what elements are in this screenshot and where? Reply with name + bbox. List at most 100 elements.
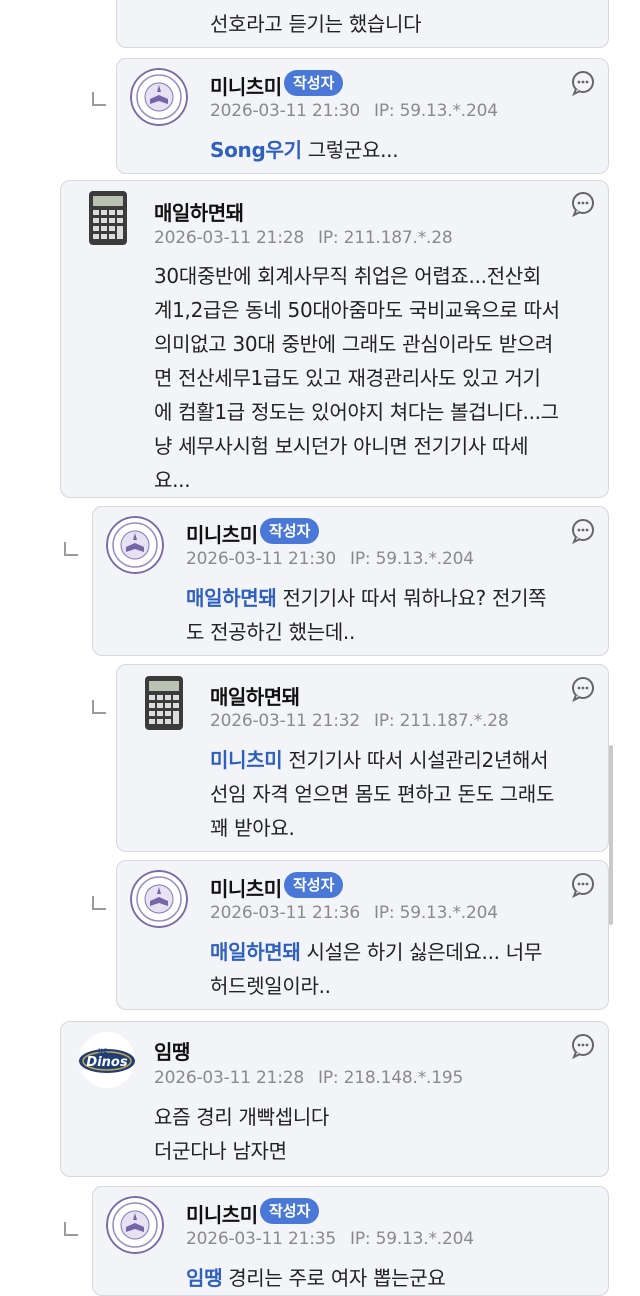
comment-card: 미니츠미 작성자 2026-03-11 21:36 IP: 59.13.*.204… bbox=[116, 860, 609, 1010]
author-nickname[interactable]: 미니츠미 bbox=[210, 873, 282, 902]
university-seal-icon bbox=[106, 516, 164, 574]
comment-line: 더군다나 남자면 bbox=[154, 1139, 287, 1163]
mention-link[interactable]: 매일하면돼 bbox=[186, 586, 277, 610]
scrollbar[interactable] bbox=[609, 745, 613, 925]
comment-text: Song우기 그렇군요... bbox=[210, 133, 399, 167]
mention-link[interactable]: Song우기 bbox=[210, 138, 302, 162]
comment-meta: 2026-03-11 21:36 IP: 59.13.*.204 bbox=[210, 903, 498, 923]
author-badge: 작성자 bbox=[284, 70, 344, 96]
comment-text: 매일하면돼 전기기사 따서 뭐하나요? 전기쪽 도 전공하긴 했는데.. bbox=[186, 581, 596, 649]
comment-date: 2026-03-11 21:30 bbox=[210, 101, 360, 121]
author-nickname[interactable]: 미니츠미 bbox=[186, 519, 258, 548]
comment-date: 2026-03-11 21:28 bbox=[154, 228, 304, 248]
avatar[interactable] bbox=[106, 516, 164, 574]
author-badge: 작성자 bbox=[284, 872, 344, 898]
reply-thread-icon bbox=[92, 896, 106, 910]
author-nickname[interactable]: 미니츠미 bbox=[210, 71, 282, 100]
author-badge: 작성자 bbox=[260, 518, 320, 544]
comment-meta: 2026-03-11 21:30 IP: 59.13.*.204 bbox=[186, 549, 474, 569]
comment-meta: 2026-03-11 21:32 IP: 211.187.*.28 bbox=[210, 711, 509, 731]
comment-text: 임땡 경리는 주로 여자 뽑는군요 bbox=[186, 1261, 446, 1295]
mention-link[interactable]: 임땡 bbox=[186, 1266, 223, 1290]
comment-line: 계1,2급은 동네 50대아줌마도 국비교육으로 따서 bbox=[154, 298, 560, 322]
avatar[interactable] bbox=[106, 1196, 164, 1254]
avatar[interactable]: Dinos NC bbox=[78, 1031, 136, 1089]
comment-line: 전기기사 따서 뭐하나요? 전기쪽 bbox=[282, 586, 547, 610]
avatar[interactable] bbox=[130, 870, 188, 928]
reply-bubble-icon[interactable] bbox=[570, 1033, 596, 1059]
comment-card: Dinos NC 임땡 2026-03-11 21:28 IP: 218.148.… bbox=[60, 1021, 609, 1177]
calculator-icon bbox=[145, 676, 183, 730]
calculator-icon bbox=[89, 191, 127, 245]
author-nickname[interactable]: 매일하면돼 bbox=[210, 681, 300, 710]
reply-bubble-icon[interactable] bbox=[570, 70, 596, 96]
ip-label: IP: bbox=[350, 1229, 371, 1249]
ip-label: IP: bbox=[374, 903, 395, 923]
avatar[interactable] bbox=[78, 189, 136, 247]
university-seal-icon bbox=[130, 68, 188, 126]
comment-line: 선임 자격 얻으면 몸도 편하고 돈도 그래도 bbox=[210, 782, 555, 806]
comment-line: 30대중반에 회계사무직 취업은 어렵죠...전산회 bbox=[154, 264, 541, 288]
comment-date: 2026-03-11 21:28 bbox=[154, 1068, 304, 1088]
reply-thread-icon bbox=[64, 1222, 78, 1236]
comment-line: 도 전공하긴 했는데.. bbox=[186, 620, 356, 644]
comment-card: 선호라고 듣기는 했습니다 bbox=[116, 0, 609, 48]
comment-line: 전기기사 따서 시설관리2년해서 bbox=[288, 748, 549, 772]
comment-text: 선호라고 듣기는 했습니다 bbox=[210, 7, 422, 41]
author-nickname[interactable]: 미니츠미 bbox=[186, 1199, 258, 1228]
reply-thread-icon bbox=[92, 700, 106, 714]
ip-address: 59.13.*.204 bbox=[375, 549, 474, 569]
comment-line: 그렇군요... bbox=[307, 138, 399, 162]
comment-card: 매일하면돼 2026-03-11 21:28 IP: 211.187.*.28 3… bbox=[60, 180, 609, 498]
author-nickname[interactable]: 임땡 bbox=[154, 1036, 190, 1065]
comment-line: 허드렛일이라.. bbox=[210, 974, 331, 998]
ip-label: IP: bbox=[318, 228, 339, 248]
comment-card: 미니츠미 작성자 2026-03-11 21:30 IP: 59.13.*.204… bbox=[116, 58, 609, 174]
author-badge: 작성자 bbox=[260, 1198, 320, 1224]
comment-line: 시설은 하기 싫은데요... 너무 bbox=[306, 940, 543, 964]
ip-label: IP: bbox=[318, 1068, 339, 1088]
reply-bubble-icon[interactable] bbox=[570, 872, 596, 898]
comment-line: 냥 세무사시험 보시던가 아니면 전기기사 따세 bbox=[154, 434, 529, 458]
reply-bubble-icon[interactable] bbox=[570, 518, 596, 544]
comment-text: 매일하면돼 시설은 하기 싫은데요... 너무 허드렛일이라.. bbox=[210, 935, 600, 1003]
comment-meta: 2026-03-11 21:28 IP: 218.148.*.195 bbox=[154, 1068, 463, 1088]
comment-date: 2026-03-11 21:32 bbox=[210, 711, 360, 731]
ip-label: IP: bbox=[374, 711, 395, 731]
author-nickname[interactable]: 매일하면돼 bbox=[154, 197, 244, 226]
ip-label: IP: bbox=[374, 101, 395, 121]
comment-meta: 2026-03-11 21:35 IP: 59.13.*.204 bbox=[186, 1229, 474, 1249]
comment-text: 요즘 경리 개빡셉니다 더군다나 남자면 bbox=[154, 1100, 329, 1168]
mention-link[interactable]: 미니츠미 bbox=[210, 748, 283, 772]
comment-meta: 2026-03-11 21:28 IP: 211.187.*.28 bbox=[154, 228, 453, 248]
svg-text:Dinos: Dinos bbox=[86, 1055, 127, 1070]
comment-line: 선호라고 듣기는 했습니다 bbox=[210, 12, 422, 36]
comment-line: 에 컴활1급 정도는 있어야지 쳐다는 볼겁니다...그 bbox=[154, 400, 559, 424]
avatar[interactable] bbox=[134, 674, 192, 732]
university-seal-icon bbox=[106, 1196, 164, 1254]
reply-thread-icon bbox=[92, 92, 106, 106]
comment-text: 30대중반에 회계사무직 취업은 어렵죠...전산회 계1,2급은 동네 50대… bbox=[154, 259, 560, 497]
avatar[interactable] bbox=[130, 68, 188, 126]
comment-date: 2026-03-11 21:30 bbox=[186, 549, 336, 569]
comment-line: 면 전산세무1급도 있고 재경관리사도 있고 거기 bbox=[154, 366, 541, 390]
svg-text:NC: NC bbox=[98, 1048, 108, 1055]
comment-meta: 2026-03-11 21:30 IP: 59.13.*.204 bbox=[210, 101, 498, 121]
ip-address: 59.13.*.204 bbox=[399, 903, 498, 923]
comment-date: 2026-03-11 21:35 bbox=[186, 1229, 336, 1249]
ip-address: 211.187.*.28 bbox=[399, 711, 509, 731]
dinos-logo-icon: Dinos NC bbox=[79, 1032, 135, 1088]
ip-address: 218.148.*.195 bbox=[343, 1068, 464, 1088]
ip-address: 211.187.*.28 bbox=[343, 228, 453, 248]
reply-bubble-icon[interactable] bbox=[570, 676, 596, 702]
comment-card: 미니츠미 작성자 2026-03-11 21:30 IP: 59.13.*.204… bbox=[92, 506, 609, 656]
comment-line: 요... bbox=[154, 468, 191, 492]
ip-address: 59.13.*.204 bbox=[375, 1229, 474, 1249]
ip-address: 59.13.*.204 bbox=[399, 101, 498, 121]
reply-bubble-icon[interactable] bbox=[570, 191, 596, 217]
ip-label: IP: bbox=[350, 549, 371, 569]
reply-thread-icon bbox=[64, 542, 78, 556]
comment-line: 요즘 경리 개빡셉니다 bbox=[154, 1105, 330, 1129]
comment-line: 꽤 받아요. bbox=[210, 816, 295, 840]
mention-link[interactable]: 매일하면돼 bbox=[210, 940, 301, 964]
